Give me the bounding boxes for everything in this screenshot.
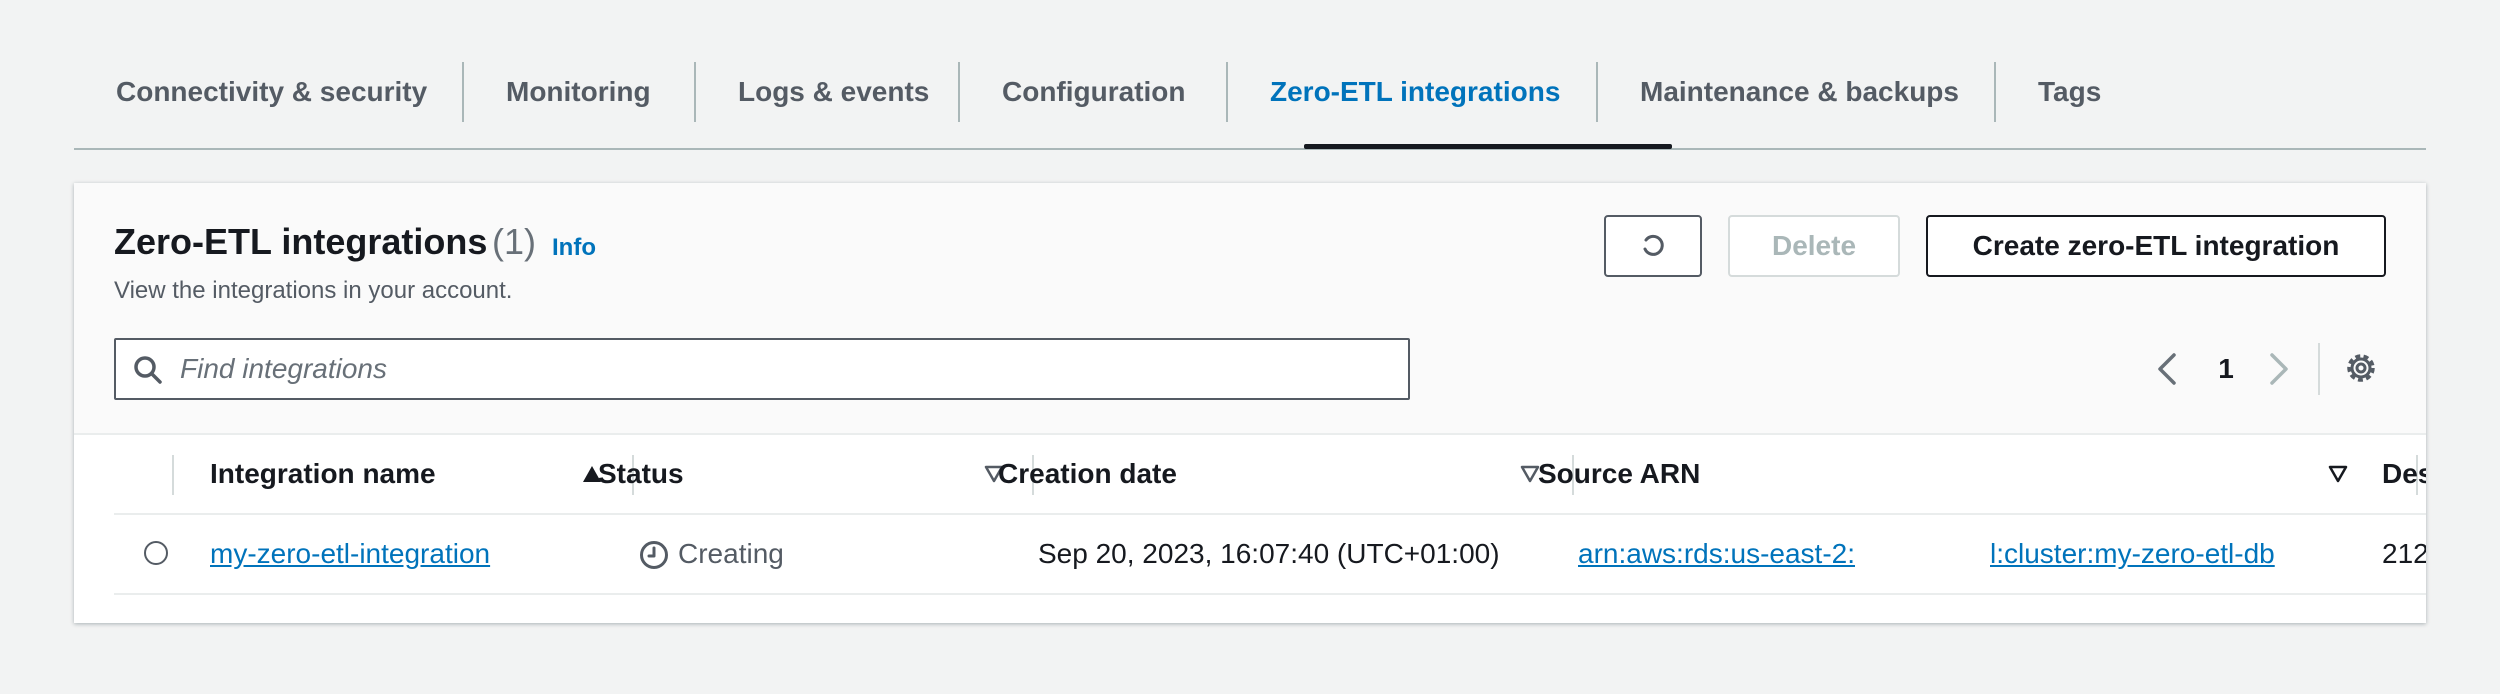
pagination-divider — [2318, 343, 2320, 395]
search-box — [114, 338, 1410, 400]
delete-button[interactable]: Delete — [1728, 215, 1900, 277]
tab-monitoring[interactable]: Monitoring — [506, 58, 651, 150]
tab-zero-etl-integrations[interactable]: Zero-ETL integrations — [1270, 58, 1560, 150]
tab-maintenance-backups[interactable]: Maintenance & backups — [1640, 58, 1959, 150]
column-header-status[interactable]: Status — [598, 435, 684, 513]
source-arn-prefix[interactable]: arn:aws:rds:us-east-2: — [1578, 515, 1855, 593]
search-input[interactable] — [180, 340, 1400, 398]
column-header-integration-name[interactable]: Integration name — [210, 435, 436, 513]
integration-name-link[interactable]: my-zero-etl-integration — [210, 515, 490, 593]
tab-connectivity-security[interactable]: Connectivity & security — [116, 58, 427, 150]
creation-date-value: Sep 20, 2023, 16:07:40 (UTC+01:00) — [1038, 538, 1500, 569]
refresh-button[interactable] — [1604, 215, 1702, 277]
info-link[interactable]: Info — [552, 234, 596, 262]
sort-icon[interactable] — [2328, 465, 2348, 483]
search-icon — [134, 356, 162, 384]
redaction-block — [1870, 531, 1990, 577]
sort-icon[interactable] — [1520, 465, 1540, 483]
panel-header: Zero-ETL integrations (1) Info View the … — [74, 183, 2426, 435]
source-arn-link[interactable]: arn:aws:rds:us-east-2: l:cluster:my-zero… — [1578, 515, 2418, 593]
tab-divider — [1226, 62, 1228, 122]
zero-etl-integrations-panel: Zero-ETL integrations (1) Info View the … — [74, 183, 2426, 623]
previous-page-icon[interactable] — [2150, 351, 2186, 387]
source-arn-suffix[interactable]: l:cluster:my-zero-etl-db — [1990, 515, 2275, 593]
row-select-radio[interactable] — [144, 541, 168, 565]
integration-count: (1) — [492, 221, 536, 262]
column-header-destination[interactable]: Des — [2382, 435, 2426, 513]
refresh-icon — [1643, 234, 1664, 256]
column-header-creation-date[interactable]: Creation date — [998, 435, 1177, 513]
tab-divider — [958, 62, 960, 122]
gear-icon[interactable] — [2342, 349, 2380, 387]
tab-divider — [462, 62, 464, 122]
table-header: Integration name Status Creation date So… — [114, 435, 2426, 515]
clock-icon — [640, 541, 668, 569]
current-page-number[interactable]: 1 — [2214, 351, 2238, 387]
destination-value: 212 — [2382, 538, 2426, 569]
tab-divider — [1596, 62, 1598, 122]
tab-configuration[interactable]: Configuration — [1002, 58, 1186, 150]
tab-logs-events[interactable]: Logs & events — [738, 58, 929, 150]
create-zero-etl-integration-button[interactable]: Create zero-ETL integration — [1926, 215, 2386, 277]
tab-bar: Connectivity & security Monitoring Logs … — [74, 58, 2426, 150]
panel-title: Zero-ETL integrations — [114, 221, 488, 262]
active-tab-indicator — [1304, 144, 1672, 149]
tab-divider — [1994, 62, 1996, 122]
table-row[interactable]: my-zero-etl-integration Creating Sep 20,… — [114, 515, 2426, 595]
column-divider — [172, 455, 174, 495]
panel-description: View the integrations in your account. — [114, 277, 513, 304]
column-header-source-arn[interactable]: Source ARN — [1538, 435, 1700, 513]
next-page-icon[interactable] — [2260, 351, 2296, 387]
tab-divider — [694, 62, 696, 122]
status-text: Creating — [678, 538, 784, 569]
tab-tags[interactable]: Tags — [2038, 58, 2101, 150]
